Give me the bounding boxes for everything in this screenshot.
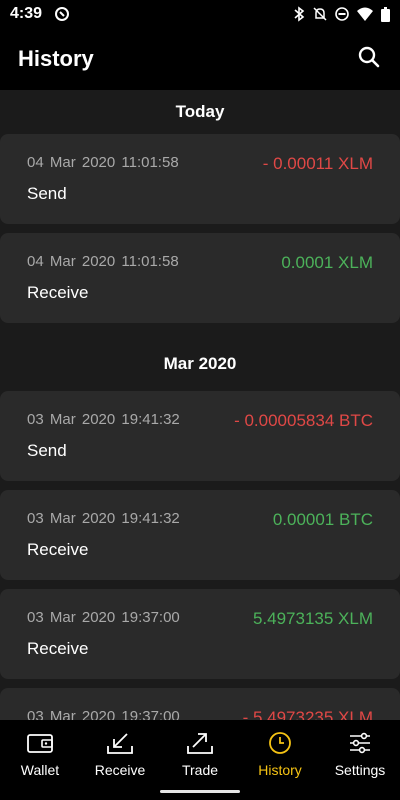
- trade-arrow-icon: [187, 730, 213, 756]
- battery-icon: [381, 6, 390, 22]
- nav-label: Trade: [181, 762, 219, 778]
- transaction-date: 03 Mar 2020 19:41:32: [27, 411, 180, 428]
- transaction-row[interactable]: 04 Mar 2020 11:01:58 0.0001 XLM Receive: [0, 233, 400, 323]
- nav-label: Wallet: [20, 762, 60, 778]
- transaction-date: 03 Mar 2020 19:37:00: [27, 708, 180, 720]
- transaction-type: Send: [27, 441, 67, 460]
- status-bar: 4:39: [0, 0, 400, 28]
- nav-item-settings[interactable]: Settings: [320, 720, 400, 800]
- wallet-icon: [27, 730, 53, 756]
- page-title: History: [18, 46, 94, 71]
- nav-label: Settings: [334, 762, 386, 778]
- status-icons: [293, 6, 390, 22]
- search-icon: [358, 46, 380, 73]
- nav-label: History: [258, 762, 302, 778]
- transaction-amount: 0.0001 XLM: [281, 253, 373, 272]
- sync-icon: [54, 6, 70, 22]
- transaction-row[interactable]: 04 Mar 2020 11:01:58 - 0.00011 XLM Send: [0, 134, 400, 224]
- nav-item-receive[interactable]: Receive: [80, 720, 160, 800]
- nav-item-trade[interactable]: Trade: [160, 720, 240, 800]
- notifications-off-icon: [313, 6, 327, 22]
- bottom-nav: Wallet Receive Trade History Settings: [0, 720, 400, 800]
- transaction-row[interactable]: 03 Mar 2020 19:37:00 5.4973135 XLM Recei…: [0, 589, 400, 679]
- transaction-amount: 5.4973135 XLM: [252, 609, 373, 628]
- transaction-amount: 0.00001 BTC: [272, 510, 373, 529]
- app-bar: History: [0, 28, 400, 90]
- transaction-row[interactable]: 03 Mar 2020 19:41:32 - 0.00005834 BTC Se…: [0, 391, 400, 481]
- receive-arrow-icon: [107, 730, 133, 756]
- section-header-today: Today: [175, 102, 225, 121]
- transaction-date: 04 Mar 2020 11:01:58: [27, 253, 179, 270]
- transaction-amount: - 0.00005834 BTC: [234, 411, 373, 430]
- transaction-type: Receive: [27, 639, 89, 658]
- transaction-amount: - 5.4973235 XLM: [242, 708, 373, 720]
- transaction-type: Receive: [27, 540, 89, 559]
- transaction-date: 03 Mar 2020 19:41:32: [27, 510, 180, 527]
- transaction-date: 03 Mar 2020 19:37:00: [27, 609, 180, 626]
- section-header-month: Mar 2020: [163, 354, 237, 373]
- clock-icon: [267, 730, 293, 756]
- sliders-icon: [347, 730, 373, 756]
- nav-label: Receive: [94, 762, 146, 778]
- history-list[interactable]: Today 04 Mar 2020 11:01:58 - 0.00011 XLM…: [0, 90, 400, 720]
- nav-item-history[interactable]: History: [240, 720, 320, 800]
- home-indicator: [160, 790, 240, 793]
- transaction-type: Receive: [27, 283, 89, 302]
- transaction-row[interactable]: 03 Mar 2020 19:41:32 0.00001 BTC Receive: [0, 490, 400, 580]
- nav-item-wallet[interactable]: Wallet: [0, 720, 80, 800]
- bluetooth-icon: [293, 6, 305, 22]
- transaction-amount: - 0.00011 XLM: [262, 154, 373, 173]
- transaction-date: 04 Mar 2020 11:01:58: [27, 154, 179, 171]
- search-button[interactable]: [356, 46, 382, 72]
- transaction-type: Send: [27, 184, 67, 203]
- transaction-row[interactable]: 03 Mar 2020 19:37:00 - 5.4973235 XLM Sen…: [0, 688, 400, 720]
- do-not-disturb-icon: [335, 7, 349, 21]
- wifi-icon: [357, 7, 373, 21]
- status-time: 4:39: [10, 5, 43, 22]
